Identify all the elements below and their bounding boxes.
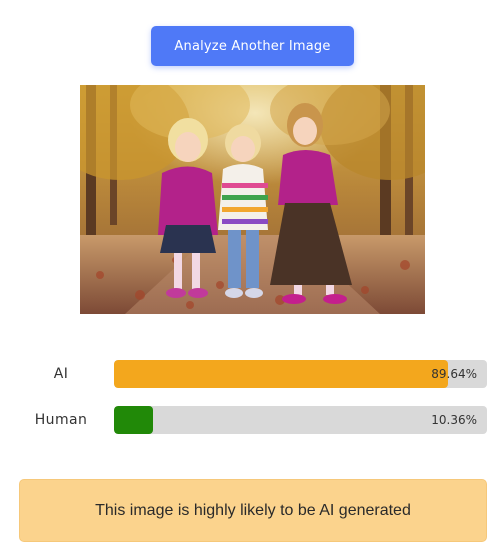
probability-bar-ai: 89.64% — [114, 360, 487, 388]
probability-fill-human — [114, 406, 153, 434]
probability-value-human: 10.36% — [431, 413, 477, 427]
verdict-banner: This image is highly likely to be AI gen… — [19, 479, 487, 542]
result-label-human: Human — [34, 412, 88, 428]
probability-fill-ai — [114, 360, 448, 388]
result-row-ai: AI 89.64% — [0, 360, 504, 388]
probability-bar-human: 10.36% — [114, 406, 487, 434]
result-row-human: Human 10.36% — [0, 406, 504, 434]
analyzed-photo — [80, 85, 425, 314]
analyze-another-image-button[interactable]: Analyze Another Image — [151, 26, 354, 66]
probability-value-ai: 89.64% — [431, 367, 477, 381]
result-label-ai: AI — [53, 366, 69, 382]
